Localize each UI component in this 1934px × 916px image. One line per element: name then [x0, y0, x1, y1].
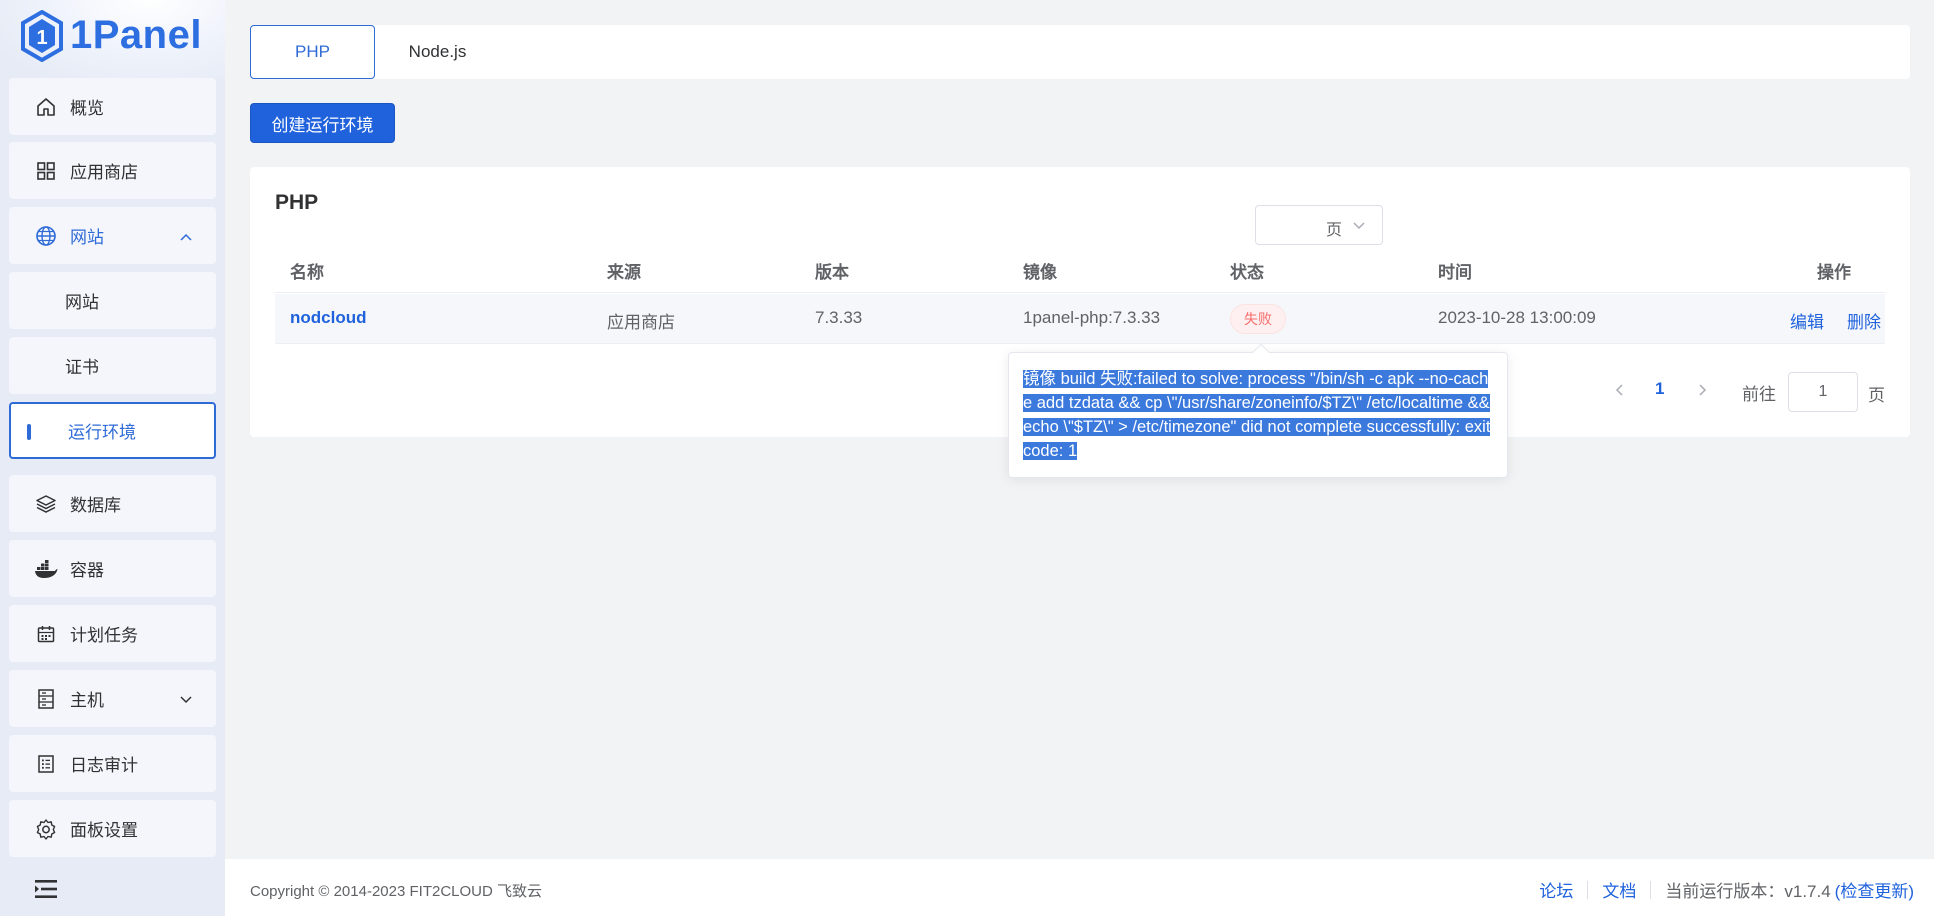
sidebar-item-website[interactable]: 网站 [9, 207, 216, 264]
sidebar-item-label: 面板设置 [70, 821, 138, 840]
status-badge[interactable]: 失败 [1230, 304, 1286, 334]
divider [1650, 880, 1652, 899]
docs-link[interactable]: 文档 [1602, 877, 1636, 902]
home-icon [34, 95, 58, 119]
chevron-up-icon [180, 226, 192, 246]
status-error-tooltip: 镜像 build 失败:failed to solve: process "/b… [1008, 343, 1508, 478]
sidebar-item-cron[interactable]: 计划任务 [9, 605, 216, 662]
footer-links: 论坛 文档 当前运行版本：v1.7.4 (检查更新) [1539, 877, 1914, 902]
active-indicator [27, 424, 31, 440]
sidebar-subitem-websites[interactable]: 网站 [9, 272, 216, 329]
version-text: 当前运行版本：v1.7.4 [1665, 882, 1831, 901]
sidebar-item-database[interactable]: 数据库 [9, 475, 216, 532]
chevron-down-icon [1352, 217, 1366, 238]
tab-php[interactable]: PHP [250, 25, 375, 79]
runtime-image: 1panel-php:7.3.33 [1023, 308, 1161, 327]
sidebar-item-label: 计划任务 [70, 626, 138, 645]
runtime-time: 2023-10-28 13:00:09 [1438, 308, 1596, 327]
sidebar-item-label: 运行环境 [68, 423, 136, 442]
sidebar-item-label: 概览 [70, 99, 104, 118]
create-runtime-button[interactable]: 创建运行环境 [250, 103, 395, 143]
docker-icon [34, 557, 58, 581]
forum-link[interactable]: 论坛 [1539, 877, 1573, 902]
sidebar: 1 1Panel 概览 应用商店 网站 网站 证书 运行环境 数据库 容器 计划… [0, 0, 225, 916]
tab-nodejs[interactable]: Node.js [375, 26, 500, 78]
column-header-version: 版本 [815, 263, 849, 282]
tooltip-error-text[interactable]: 镜像 build 失败:failed to solve: process "/b… [1023, 370, 1491, 460]
footer: Copyright © 2014-2023 FIT2CLOUD 飞致云 论坛 文… [225, 859, 1934, 916]
sidebar-item-app-store[interactable]: 应用商店 [9, 142, 216, 199]
delete-button[interactable]: 删除 [1847, 308, 1881, 333]
sidebar-item-container[interactable]: 容器 [9, 540, 216, 597]
edit-button[interactable]: 编辑 [1790, 308, 1824, 333]
runtime-name-link[interactable]: nodcloud [290, 308, 366, 328]
sidebar-subitem-certificates[interactable]: 证书 [9, 337, 216, 394]
globe-icon [34, 224, 58, 248]
copyright: Copyright © 2014-2023 FIT2CLOUD 飞致云 [250, 883, 542, 900]
column-header-source: 来源 [607, 263, 641, 282]
sidebar-item-label: 网站 [65, 293, 99, 312]
gear-icon [34, 817, 58, 841]
sidebar-item-host[interactable]: 主机 [9, 670, 216, 727]
runtime-version: 7.3.33 [815, 308, 863, 327]
column-header-actions: 操作 [1817, 263, 1851, 282]
svg-text:1: 1 [36, 27, 47, 49]
sidebar-item-logs[interactable]: 日志审计 [9, 735, 216, 792]
column-header-time: 时间 [1438, 263, 1472, 282]
sidebar-item-label: 应用商店 [70, 163, 138, 182]
layers-icon [34, 492, 58, 516]
goto-label: 前往 [1742, 385, 1776, 404]
column-header-image: 镜像 [1023, 263, 1057, 282]
server-icon [34, 687, 58, 711]
sidebar-item-settings[interactable]: 面板设置 [9, 800, 216, 857]
collapse-menu-icon[interactable] [33, 877, 59, 901]
prev-page-button[interactable] [1610, 380, 1630, 400]
page-number-current[interactable]: 1 [1655, 379, 1664, 399]
sidebar-item-label: 容器 [70, 561, 104, 580]
sidebar-item-label: 网站 [70, 228, 104, 247]
log-icon [34, 752, 58, 776]
page-size-suffix: 页 [1326, 222, 1343, 239]
column-header-name: 名称 [290, 263, 324, 282]
page-suffix: 页 [1868, 386, 1885, 405]
table-header: 名称 来源 版本 镜像 状态 时间 操作 [275, 243, 1885, 293]
column-header-status: 状态 [1230, 263, 1264, 282]
card-title: PHP [275, 191, 319, 214]
table-row: nodcloud 应用商店 7.3.33 1panel-php:7.3.33 失… [275, 294, 1885, 344]
check-update-link[interactable]: (检查更新) [1835, 877, 1914, 902]
calendar-icon [34, 622, 58, 646]
logo-text: 1Panel [70, 13, 202, 57]
page-size-select[interactable]: 页 [1255, 205, 1383, 245]
runtime-tabs: PHP Node.js [250, 25, 1910, 79]
next-page-button[interactable] [1692, 380, 1712, 400]
logo-hex-icon: 1 [21, 10, 63, 62]
sidebar-item-label: 主机 [70, 691, 104, 710]
sidebar-item-label: 日志审计 [70, 756, 138, 775]
goto-page-input[interactable] [1788, 372, 1858, 412]
chevron-down-icon [180, 689, 192, 709]
sidebar-item-label: 证书 [65, 358, 99, 377]
logo[interactable]: 1 1Panel [0, 0, 225, 78]
divider [1587, 880, 1589, 899]
sidebar-subitem-runtime[interactable]: 运行环境 [9, 402, 216, 459]
runtime-source: 应用商店 [607, 313, 675, 332]
sidebar-item-overview[interactable]: 概览 [9, 78, 216, 135]
sidebar-item-label: 数据库 [70, 496, 121, 515]
grid-icon [34, 159, 58, 183]
